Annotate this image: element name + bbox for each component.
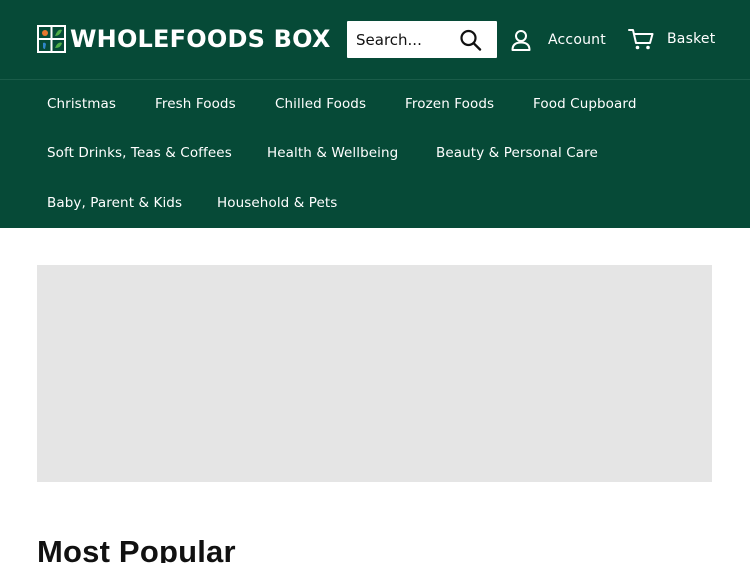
account-link[interactable]: Account	[511, 28, 606, 52]
hero-banner-placeholder	[37, 265, 712, 482]
nav-item-health-wellbeing[interactable]: Health & Wellbeing	[267, 145, 398, 161]
basket-icon	[628, 29, 654, 50]
section-title-most-popular: Most Popular	[37, 534, 236, 563]
site-logo[interactable]: WHOLEFOODS BOX	[37, 25, 331, 53]
nav-item-chilled-foods[interactable]: Chilled Foods	[275, 96, 366, 112]
nav-item-christmas[interactable]: Christmas	[47, 96, 116, 112]
logo-mark-icon	[37, 25, 66, 53]
nav-item-baby-parent-kids[interactable]: Baby, Parent & Kids	[47, 195, 182, 211]
nav-item-beauty-personal-care[interactable]: Beauty & Personal Care	[436, 145, 598, 161]
logo-text: WHOLEFOODS BOX	[70, 25, 331, 53]
basket-link[interactable]: Basket	[628, 27, 715, 51]
search-icon	[460, 29, 482, 51]
site-header: WHOLEFOODS BOX Account Basket Christmas …	[0, 0, 750, 228]
search-bar	[347, 21, 497, 58]
nav-item-fresh-foods[interactable]: Fresh Foods	[155, 96, 236, 112]
account-label: Account	[548, 32, 606, 48]
search-input[interactable]	[347, 21, 451, 58]
nav-item-household-pets[interactable]: Household & Pets	[217, 195, 337, 211]
nav-item-frozen-foods[interactable]: Frozen Foods	[405, 96, 494, 112]
nav-item-food-cupboard[interactable]: Food Cupboard	[533, 96, 637, 112]
header-divider	[0, 79, 750, 80]
search-button[interactable]	[459, 29, 483, 51]
basket-label: Basket	[667, 31, 716, 47]
nav-item-soft-drinks-teas-coffees[interactable]: Soft Drinks, Teas & Coffees	[47, 145, 232, 161]
account-icon	[511, 30, 531, 51]
